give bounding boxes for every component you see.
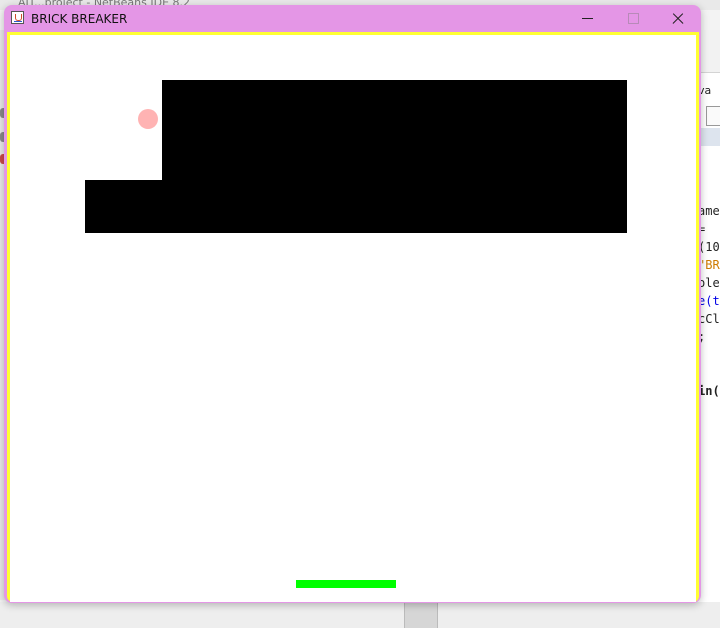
code-fragment: cCl [698,312,720,326]
background-ide-scroll-column [404,602,438,628]
ball [138,109,158,129]
minimize-button[interactable] [564,5,610,32]
background-ide-editor-tab[interactable]: va [698,84,720,97]
window-title: BRICK BREAKER [31,12,128,26]
window-titlebar[interactable]: BRICK BREAKER [4,5,701,32]
code-fragment: "BR [698,258,720,272]
background-ide-toolbar-button[interactable] [706,106,720,126]
brick-block [85,180,165,233]
game-canvas[interactable] [10,35,696,602]
java-app-icon [11,11,24,24]
code-fragment: e(t [698,294,720,308]
code-fragment: ole [698,276,720,290]
game-frame [7,32,699,602]
code-fragment: in( [698,384,720,398]
code-fragment: ame [698,204,720,218]
brick-breaker-window: BRICK BREAKER [4,5,701,603]
paddle[interactable] [296,580,396,588]
background-ide-editor-header [698,128,720,146]
code-fragment: (10 [698,240,720,254]
background-ide-editor-toolbar [698,30,720,73]
maximize-button[interactable] [610,5,656,32]
close-button[interactable] [655,5,701,32]
brick-block [162,80,627,233]
background-ide-statusbar [0,602,720,628]
